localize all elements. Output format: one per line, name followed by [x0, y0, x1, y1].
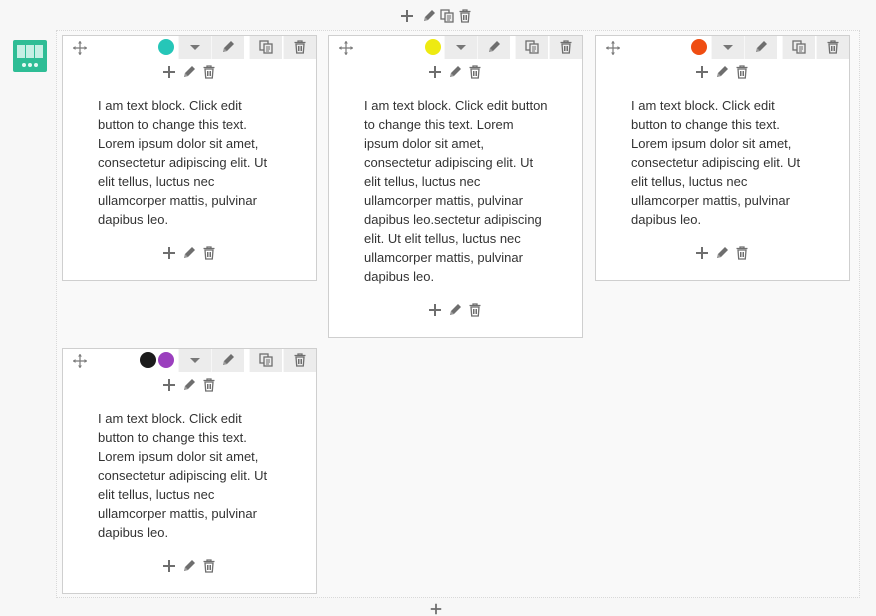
dropdown-button[interactable]	[711, 36, 744, 59]
color-dot[interactable]	[158, 39, 174, 55]
chevron-down-icon	[456, 45, 466, 50]
pencil-icon[interactable]	[714, 245, 730, 261]
delete-button[interactable]	[283, 349, 316, 372]
copy-icon	[791, 39, 807, 55]
delete-button[interactable]	[549, 36, 582, 59]
chevron-down-icon	[190, 358, 200, 363]
columns-layout-icon[interactable]	[13, 40, 47, 72]
trash-icon[interactable]	[201, 377, 217, 393]
pencil-icon[interactable]	[714, 64, 730, 80]
delete-button[interactable]	[816, 36, 849, 59]
trash-icon[interactable]	[734, 64, 750, 80]
plus-icon[interactable]	[427, 302, 443, 318]
move-arrows-icon[interactable]	[605, 40, 621, 56]
plus-icon[interactable]	[399, 8, 415, 24]
block-text: I am text block. Click edit button to ch…	[98, 411, 268, 540]
delete-button[interactable]	[283, 36, 316, 59]
edit-button[interactable]	[211, 349, 244, 372]
plus-icon[interactable]	[161, 377, 177, 393]
block-text: I am text block. Click edit button to ch…	[98, 98, 268, 227]
text-block[interactable]: I am text block. Click edit button to ch…	[595, 35, 850, 281]
edit-button[interactable]	[477, 36, 510, 59]
trash-icon[interactable]	[457, 8, 473, 24]
text-block[interactable]: I am text block. Click edit button to ch…	[62, 348, 317, 594]
trash-icon[interactable]	[467, 302, 483, 318]
move-arrows-icon[interactable]	[338, 40, 354, 56]
trash-icon	[292, 352, 308, 368]
dropdown-button[interactable]	[178, 36, 211, 59]
edit-button[interactable]	[744, 36, 777, 59]
block-top-actions	[427, 64, 487, 80]
plus-icon[interactable]	[161, 558, 177, 574]
plus-icon[interactable]	[694, 245, 710, 261]
block-toolbar	[329, 36, 582, 59]
block-text: I am text block. Click edit button to ch…	[364, 98, 548, 284]
copy-icon[interactable]	[439, 8, 455, 24]
color-dot[interactable]	[425, 39, 441, 55]
text-block[interactable]: I am text block. Click edit button to ch…	[328, 35, 583, 338]
copy-icon	[258, 39, 274, 55]
trash-icon	[825, 39, 841, 55]
dropdown-button[interactable]	[444, 36, 477, 59]
pencil-icon[interactable]	[181, 377, 197, 393]
pencil-icon[interactable]	[421, 8, 437, 24]
row-top-controls	[399, 8, 473, 24]
color-dot-purple[interactable]	[158, 352, 174, 368]
plus-icon[interactable]	[161, 245, 177, 261]
color-dot-black[interactable]	[140, 352, 156, 368]
block-bottom-actions	[694, 245, 754, 261]
trash-icon[interactable]	[201, 245, 217, 261]
edit-button[interactable]	[211, 36, 244, 59]
pencil-icon[interactable]	[447, 302, 463, 318]
block-toolbar	[63, 36, 316, 59]
trash-icon[interactable]	[201, 558, 217, 574]
move-arrows-icon[interactable]	[72, 40, 88, 56]
pencil-icon	[486, 39, 502, 55]
text-block[interactable]: I am text block. Click edit button to ch…	[62, 35, 317, 281]
block-text: I am text block. Click edit button to ch…	[631, 98, 801, 227]
copy-icon	[524, 39, 540, 55]
block-top-actions	[694, 64, 754, 80]
clone-button[interactable]	[249, 349, 282, 372]
trash-icon	[292, 39, 308, 55]
plus-icon[interactable]	[694, 64, 710, 80]
block-toolbar	[596, 36, 849, 59]
chevron-down-icon	[190, 45, 200, 50]
pencil-icon	[753, 39, 769, 55]
plus-icon[interactable]	[161, 64, 177, 80]
pencil-icon[interactable]	[181, 245, 197, 261]
pencil-icon	[220, 352, 236, 368]
color-dot[interactable]	[691, 39, 707, 55]
trash-icon[interactable]	[734, 245, 750, 261]
trash-icon[interactable]	[201, 64, 217, 80]
pencil-icon[interactable]	[181, 558, 197, 574]
clone-button[interactable]	[249, 36, 282, 59]
pencil-icon[interactable]	[447, 64, 463, 80]
dropdown-button[interactable]	[178, 349, 211, 372]
clone-button[interactable]	[515, 36, 548, 59]
plus-icon[interactable]	[429, 602, 443, 616]
pencil-icon	[220, 39, 236, 55]
plus-icon[interactable]	[427, 64, 443, 80]
block-bottom-actions	[161, 245, 221, 261]
chevron-down-icon	[723, 45, 733, 50]
block-toolbar	[63, 349, 316, 372]
block-bottom-actions	[427, 302, 487, 318]
move-arrows-icon[interactable]	[72, 353, 88, 369]
block-top-actions	[161, 377, 221, 393]
trash-icon	[558, 39, 574, 55]
block-top-actions	[161, 64, 221, 80]
trash-icon[interactable]	[467, 64, 483, 80]
block-bottom-actions	[161, 558, 221, 574]
clone-button[interactable]	[782, 36, 815, 59]
pencil-icon[interactable]	[181, 64, 197, 80]
copy-icon	[258, 352, 274, 368]
